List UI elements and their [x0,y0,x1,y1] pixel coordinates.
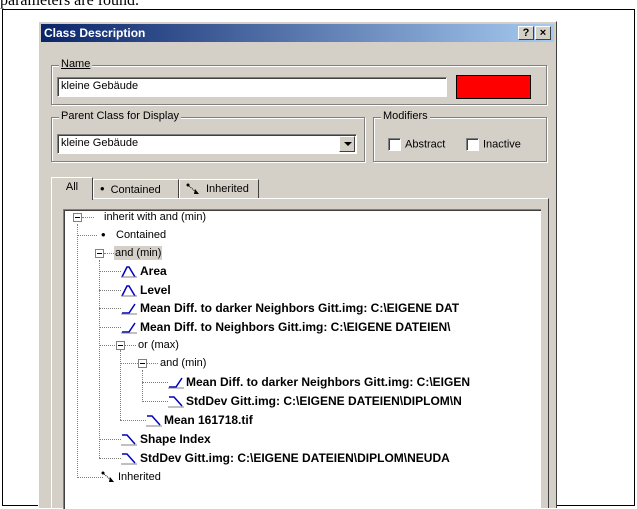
membership-function-icon [121,285,137,297]
bullet-icon: • [101,227,106,242]
tree-connector [120,350,121,420]
parent-class-label: Parent Class for Display [59,110,181,122]
tree-connector [120,363,138,364]
membership-function-icon [121,434,137,446]
tree-connector [120,420,146,421]
membership-function-icon [168,377,184,389]
tree-connector [99,345,117,346]
tree-node-contained[interactable]: Contained [116,228,166,242]
collapse-toggle[interactable] [95,249,104,258]
tab-all[interactable]: All [51,177,93,200]
tree-node-level[interactable]: Level [140,283,171,297]
tree-connector [104,253,114,254]
tree-connector [82,217,94,218]
tree-node-mean-diff-neighbors[interactable]: Mean Diff. to Neighbors Gitt.img: C:\EIG… [140,320,450,334]
tree-node-root[interactable]: inherit with and (min) [104,210,206,224]
close-button[interactable]: × [535,26,551,40]
tree-node-stddev[interactable]: StdDev Gitt.img: C:\EIGENE DATEIEN\DIPLO… [140,451,450,465]
membership-function-icon [121,266,137,278]
tab-contained-label: Contained [110,184,161,196]
window-title: Class Description [44,26,146,40]
class-color-swatch[interactable] [456,75,531,99]
tree-connector [77,235,97,236]
membership-function-icon [121,453,137,465]
tree-connector [77,224,78,478]
abstract-checkbox-box[interactable] [388,138,401,151]
tab-inherited[interactable]: Inherited [179,179,259,199]
inactive-label: Inactive [483,138,521,151]
parent-class-select[interactable]: kleine Gebäude [57,134,357,154]
inherit-arrow-icon [186,183,199,195]
bullet-icon: • [100,181,105,196]
tree-node-shape-index[interactable]: Shape Index [140,432,211,446]
abstract-checkbox[interactable]: Abstract [388,138,445,151]
tree-node-and-min-nested[interactable]: and (min) [160,356,206,370]
collapse-toggle[interactable] [116,341,125,350]
tree-connector [77,477,103,478]
tree-connector [99,290,121,291]
tree-connector [124,345,136,346]
class-tree[interactable]: inherit with and (min) • Contained and (… [63,209,541,509]
tree-node-and-min[interactable]: and (min) [114,246,163,260]
inactive-checkbox-box[interactable] [466,138,479,151]
collapse-toggle[interactable] [138,359,147,368]
membership-function-icon [168,396,184,408]
tree-connector [99,327,121,328]
name-label: Name [61,58,91,70]
tree-connector [99,458,121,459]
tree-connector [142,382,168,383]
parent-class-value: kleine Gebäude [61,137,139,149]
tree-node-stddev-nested[interactable]: StdDev Gitt.img: C:\EIGENE DATEIEN\DIPLO… [186,394,462,408]
tree-node-or-max[interactable]: or (max) [138,338,179,352]
tree-node-mean-161718[interactable]: Mean 161718.tif [164,413,253,427]
tab-all-label: All [65,181,79,193]
modifiers-label: Modifiers [381,110,430,122]
title-bar[interactable]: Class Description ? × [41,24,554,42]
abstract-label: Abstract [405,138,446,151]
tree-connector [99,271,121,272]
tree-node-mean-diff-darker[interactable]: Mean Diff. to darker Neighbors Gitt.img:… [140,301,459,315]
tree-node-area[interactable]: Area [140,264,167,278]
name-group: Name kleine Gebäude [51,58,547,105]
tree-connector [146,363,158,364]
membership-function-icon [121,303,137,315]
name-group-label: Name [59,58,93,70]
chevron-down-icon[interactable] [339,136,355,152]
collapse-toggle[interactable] [73,213,82,222]
tab-inherited-label: Inherited [206,183,249,195]
class-description-dialog: Class Description ? × Name kleine Gebäud… [38,21,557,509]
modifiers-group: Modifiers Abstract Inactive [373,110,547,162]
tree-node-mean-diff-darker-nested[interactable]: Mean Diff. to darker Neighbors Gitt.img:… [186,375,470,389]
tree-connector [99,308,121,309]
tree-connector [142,370,143,402]
parent-class-group: Parent Class for Display kleine Gebäude [51,110,365,162]
inherit-arrow-icon [101,471,114,482]
name-input[interactable]: kleine Gebäude [57,77,447,97]
tree-node-inherited[interactable]: Inherited [118,470,161,484]
tree-connector [142,401,168,402]
inactive-checkbox[interactable]: Inactive [466,138,521,151]
tab-contained[interactable]: • Contained [93,179,179,199]
help-button[interactable]: ? [518,26,534,40]
membership-function-icon [121,322,137,334]
tree-connector [99,439,121,440]
membership-function-icon [146,415,162,427]
